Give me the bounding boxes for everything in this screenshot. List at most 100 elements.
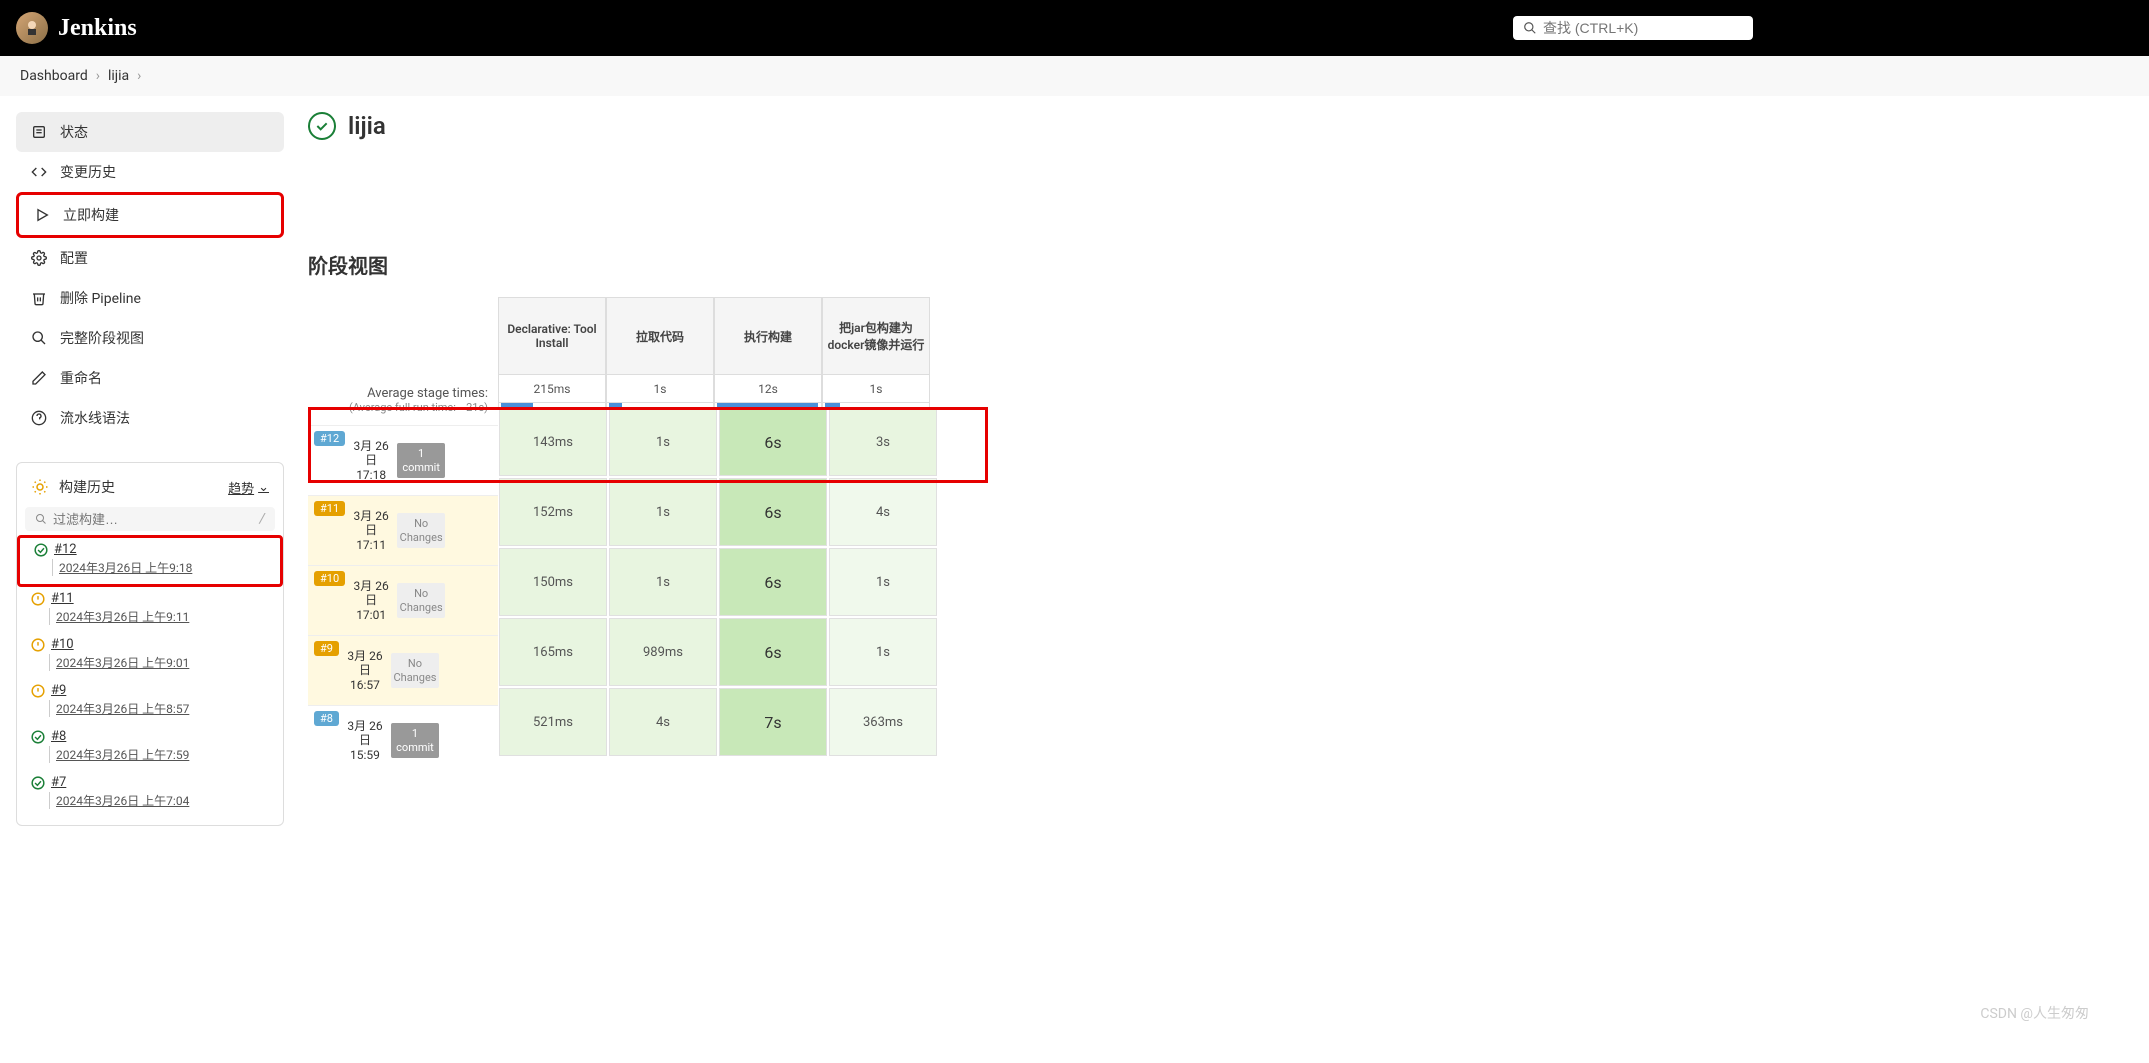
stage-cell[interactable]: 165ms — [499, 618, 607, 686]
sidebar-item-changes[interactable]: 变更历史 — [16, 152, 284, 192]
build-item[interactable]: #8 2024年3月26日 上午7:59 — [17, 725, 283, 771]
trend-link[interactable]: 趋势⌄ — [228, 478, 269, 497]
trash-icon — [30, 289, 48, 307]
stage-cell[interactable]: 6s — [719, 408, 827, 476]
stage-row: 152ms1s6s4s — [498, 477, 938, 547]
sidebar-item-configure[interactable]: 配置 — [16, 238, 284, 278]
build-date[interactable]: 2024年3月26日 上午9:18 — [52, 559, 266, 576]
gear-icon — [30, 249, 48, 267]
stage-cell[interactable]: 6s — [719, 478, 827, 546]
header-bar: Jenkins — [0, 0, 2149, 56]
changes-icon — [30, 163, 48, 181]
sidebar-item-build-now[interactable]: 立即构建 — [16, 192, 284, 238]
build-date[interactable]: 2024年3月26日 上午7:59 — [49, 746, 269, 763]
run-badge: #10 — [314, 571, 345, 586]
build-link[interactable]: #7 — [51, 775, 66, 790]
run-head[interactable]: #113月 26日17:11NoChanges — [308, 495, 498, 565]
run-date: 3月 26日17:11 — [349, 509, 393, 552]
build-history-title: 构建历史 — [59, 477, 115, 497]
build-link[interactable]: #12 — [54, 542, 77, 557]
avg-sub-label: (Average full run time: ~21s) — [349, 401, 488, 414]
build-date[interactable]: 2024年3月26日 上午9:01 — [49, 654, 269, 671]
run-head[interactable]: #9 3月 26日16:57NoChanges — [308, 635, 498, 705]
build-link[interactable]: #11 — [51, 591, 74, 606]
run-head[interactable]: #83月 26日15:591commit — [308, 705, 498, 775]
changes-badge: NoChanges — [391, 653, 439, 687]
search-icon — [1523, 21, 1537, 35]
avg-cell: 12s — [714, 375, 822, 403]
stage-cell[interactable]: 1s — [609, 478, 717, 546]
help-icon — [30, 409, 48, 427]
avg-label-cell: Average stage times: (Average full run t… — [308, 375, 498, 425]
build-date[interactable]: 2024年3月26日 上午8:57 — [49, 700, 269, 717]
run-date: 3月 26日17:18 — [349, 439, 393, 482]
stage-cell[interactable]: 7s — [719, 688, 827, 756]
play-icon — [33, 206, 51, 224]
build-link[interactable]: #10 — [51, 637, 74, 652]
stage-row: 150ms1s6s1s — [498, 547, 938, 617]
avg-label: Average stage times: — [367, 386, 488, 401]
stage-cell[interactable]: 150ms — [499, 548, 607, 616]
breadcrumb-job[interactable]: lijia — [108, 68, 129, 84]
build-link[interactable]: #9 — [51, 683, 66, 698]
build-date[interactable]: 2024年3月26日 上午7:04 — [49, 792, 269, 809]
stage-cell[interactable]: 1s — [609, 548, 717, 616]
stage-row: 143ms1s6s3s — [498, 407, 938, 477]
job-name: lijia — [348, 112, 386, 140]
build-item[interactable]: #10 2024年3月26日 上午9:01 — [17, 633, 283, 679]
status-icon — [31, 730, 45, 744]
content: lijia 阶段视图 Average stage times: (Average… — [308, 112, 2133, 826]
stage-cell[interactable]: 4s — [609, 688, 717, 756]
changes-badge: 1commit — [391, 723, 439, 757]
run-head[interactable]: #123月 26日17:181commit — [308, 425, 498, 495]
stage-header: 把jar包构建为docker镜像并运行 — [822, 297, 930, 375]
jenkins-logo-icon — [16, 12, 48, 44]
slash-icon: / — [259, 511, 265, 527]
sidebar-item-label: 完整阶段视图 — [60, 328, 144, 348]
chevron-down-icon: ⌄ — [258, 480, 269, 495]
stage-cell[interactable]: 1s — [829, 618, 937, 686]
job-title-row: lijia — [308, 112, 2133, 140]
status-icon — [31, 684, 45, 698]
sidebar-item-delete[interactable]: 删除 Pipeline — [16, 278, 284, 318]
stage-cell[interactable]: 1s — [829, 548, 937, 616]
build-date[interactable]: 2024年3月26日 上午9:11 — [49, 608, 269, 625]
sidebar-item-full-stage-view[interactable]: 完整阶段视图 — [16, 318, 284, 358]
stage-cell[interactable]: 4s — [829, 478, 937, 546]
build-item[interactable]: #12 2024年3月26日 上午9:18 — [17, 535, 283, 587]
stage-cell[interactable]: 6s — [719, 548, 827, 616]
stage-cell[interactable]: 3s — [829, 408, 937, 476]
stage-cell[interactable]: 1s — [609, 408, 717, 476]
stage-cell[interactable]: 363ms — [829, 688, 937, 756]
sidebar-item-label: 状态 — [60, 122, 88, 142]
brand-text[interactable]: Jenkins — [58, 15, 137, 42]
run-date: 3月 26日16:57 — [343, 649, 387, 692]
build-item[interactable]: #11 2024年3月26日 上午9:11 — [17, 587, 283, 633]
sidebar-item-pipeline-syntax[interactable]: 流水线语法 — [16, 398, 284, 438]
status-icon — [34, 543, 48, 557]
stage-cell[interactable]: 6s — [719, 618, 827, 686]
section-title: 阶段视图 — [308, 250, 2133, 279]
chevron-right-icon: › — [96, 68, 100, 84]
side-nav: 状态 变更历史 立即构建 配置 删除 Pipeline 完整阶段视图 — [16, 112, 284, 438]
stage-header: 拉取代码 — [606, 297, 714, 375]
stage-cell[interactable]: 989ms — [609, 618, 717, 686]
sidebar-item-rename[interactable]: 重命名 — [16, 358, 284, 398]
build-item[interactable]: #7 2024年3月26日 上午7:04 — [17, 771, 283, 817]
stage-cell[interactable]: 143ms — [499, 408, 607, 476]
run-head[interactable]: #103月 26日17:01NoChanges — [308, 565, 498, 635]
filter-builds-input[interactable] — [53, 512, 253, 527]
search-input[interactable] — [1543, 20, 1743, 36]
pencil-icon — [30, 369, 48, 387]
stage-cell[interactable]: 521ms — [499, 688, 607, 756]
sun-icon — [31, 478, 49, 496]
build-link[interactable]: #8 — [51, 729, 66, 744]
search-box[interactable] — [1513, 16, 1753, 40]
sidebar-item-label: 变更历史 — [60, 162, 116, 182]
run-badge: #9 — [314, 641, 339, 656]
stage-cell[interactable]: 152ms — [499, 478, 607, 546]
breadcrumb-dashboard[interactable]: Dashboard — [20, 68, 88, 84]
run-date: 3月 26日15:59 — [343, 719, 387, 762]
sidebar-item-status[interactable]: 状态 — [16, 112, 284, 152]
build-item[interactable]: #9 2024年3月26日 上午8:57 — [17, 679, 283, 725]
